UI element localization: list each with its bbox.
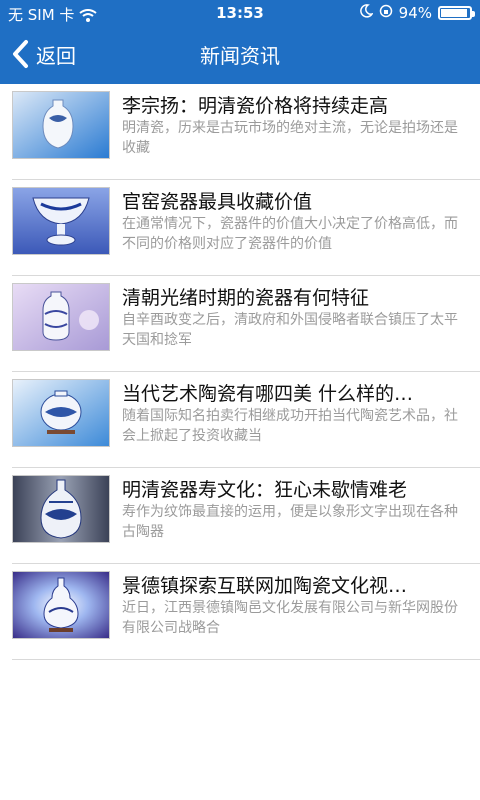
news-title: 明清瓷器寿文化：狂心未歇情难老 <box>122 479 408 501</box>
status-right: 94% <box>359 4 475 22</box>
moon-icon <box>359 4 374 22</box>
battery-icon <box>438 6 475 20</box>
news-summary: 明清瓷，历来是古玩市场的绝对主流，无论是拍场还是收藏 <box>122 120 458 156</box>
news-item[interactable]: 当代艺术陶瓷有哪四美 什么样的… 随着国际知名拍卖行相继成功开拍当代陶瓷艺术品，… <box>0 372 480 468</box>
news-summary: 近日，江西景德镇陶邑文化发展有限公司与新华网股份有限公司战略合 <box>122 600 458 636</box>
news-item[interactable]: 明清瓷器寿文化：狂心未歇情难老 寿作为纹饰最直接的运用，便是以象形文字出现在各种… <box>0 468 480 564</box>
news-item[interactable]: 清朝光绪时期的瓷器有何特征 自辛酉政变之后，清政府和外国侵略者联合镇压了太平天国… <box>0 276 480 372</box>
news-title: 当代艺术陶瓷有哪四美 什么样的… <box>122 383 414 405</box>
news-item[interactable]: 李宗扬：明清瓷价格将持续走高 明清瓷，历来是古玩市场的绝对主流，无论是拍场还是收… <box>0 84 480 180</box>
app-header: 无 SIM 卡 13:53 94% 返回 新闻资讯 <box>0 0 480 84</box>
news-summary: 随着国际知名拍卖行相继成功开拍当代陶瓷艺术品，社会上掀起了投资收藏当 <box>122 408 458 444</box>
news-summary: 在通常情况下，瓷器件的价值大小决定了价格高低，而不同的价格则对应了瓷器件的价值 <box>122 216 458 252</box>
rotation-lock-icon <box>379 4 393 22</box>
news-item[interactable]: 官窑瓷器最具收藏价值 在通常情况下，瓷器件的价值大小决定了价格高低，而不同的价格… <box>0 180 480 276</box>
battery-percent: 94% <box>398 4 432 22</box>
news-thumbnail <box>12 187 110 255</box>
page-title: 新闻资讯 <box>200 44 280 68</box>
news-title: 清朝光绪时期的瓷器有何特征 <box>122 287 370 309</box>
news-summary: 自辛酉政变之后，清政府和外国侵略者联合镇压了太平天国和捻军 <box>122 312 458 348</box>
status-bar: 无 SIM 卡 13:53 94% <box>0 0 480 26</box>
news-thumbnail <box>12 571 110 639</box>
news-item[interactable]: 景德镇探索互联网加陶瓷文化视… 近日，江西景德镇陶邑文化发展有限公司与新华网股份… <box>0 564 480 660</box>
news-thumbnail <box>12 91 110 159</box>
nav-bar: 返回 新闻资讯 <box>0 26 480 84</box>
news-thumbnail <box>12 379 110 447</box>
news-thumbnail <box>12 475 110 543</box>
news-summary: 寿作为纹饰最直接的运用，便是以象形文字出现在各种古陶器 <box>122 504 458 540</box>
news-thumbnail <box>12 283 110 351</box>
news-title: 景德镇探索互联网加陶瓷文化视… <box>122 575 408 597</box>
news-list: 李宗扬：明清瓷价格将持续走高 明清瓷，历来是古玩市场的绝对主流，无论是拍场还是收… <box>0 84 480 660</box>
news-title: 李宗扬：明清瓷价格将持续走高 <box>122 95 389 117</box>
news-title: 官窑瓷器最具收藏价值 <box>122 191 313 213</box>
